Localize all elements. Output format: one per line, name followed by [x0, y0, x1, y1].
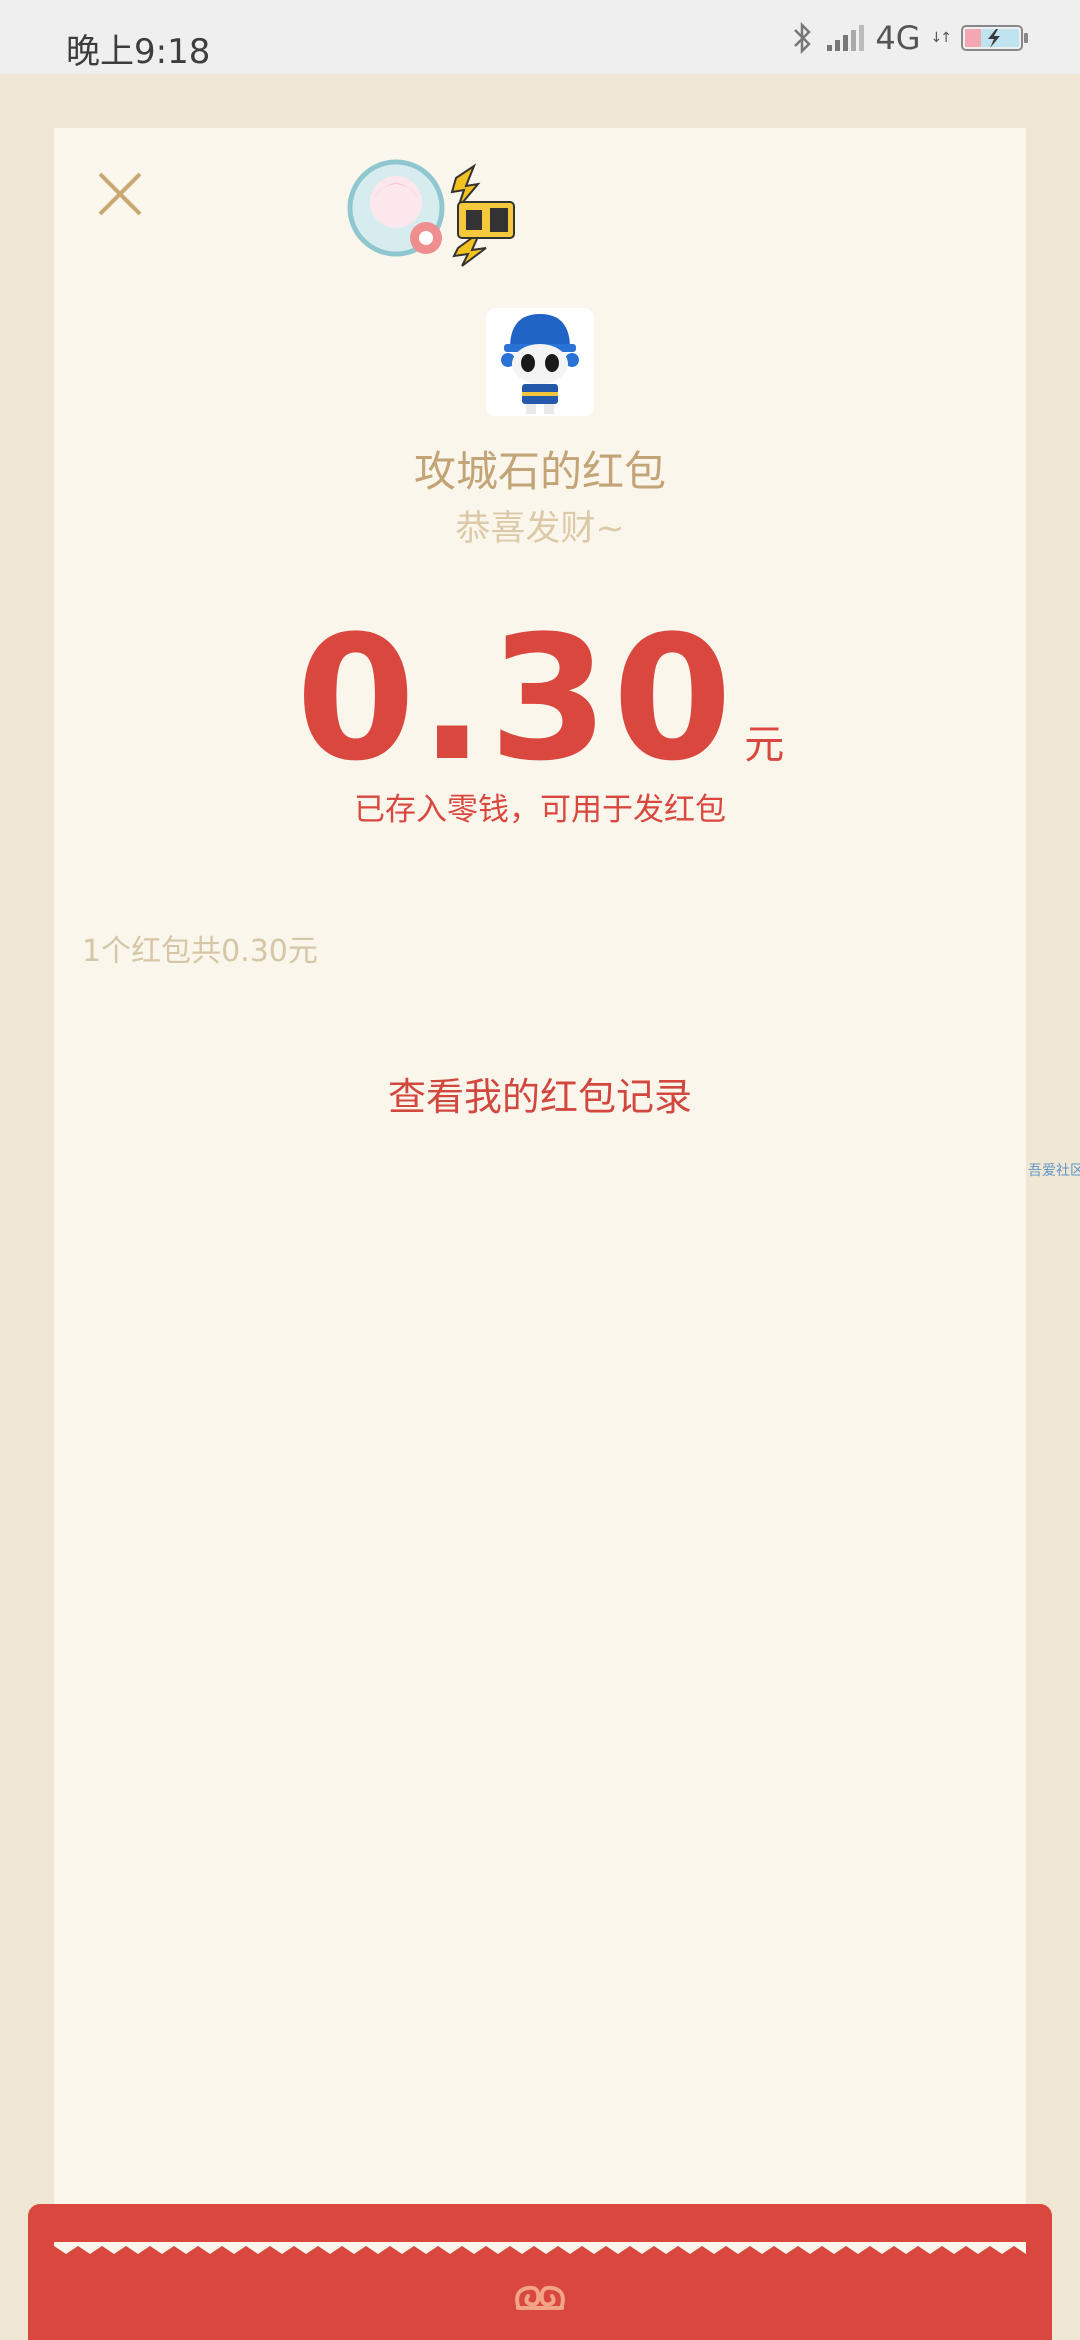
signal-icon: [827, 25, 865, 51]
status-time: 晚上9:18: [66, 32, 211, 72]
network-type: 4G: [875, 19, 921, 57]
blessing-message: 恭喜发财~: [455, 509, 625, 549]
close-icon[interactable]: [94, 168, 146, 220]
amount-value: 0.30: [295, 598, 737, 799]
status-bar: 晚上9:18 4G ↓↑: [0, 0, 1080, 74]
sender-title: 攻城石的红包: [413, 447, 666, 496]
red-packet-detail-card: 攻城石的红包 恭喜发财~ 0.30 元 已存入零钱，可用于发红包 1个红包共0.3…: [54, 128, 1026, 2258]
amount-display: 0.30 元: [54, 598, 1026, 799]
data-arrows-icon: ↓↑: [930, 30, 953, 46]
auspicious-cloud-icon: [515, 2285, 565, 2310]
stored-to-balance-link[interactable]: 已存入零钱，可用于发红包: [54, 784, 1026, 829]
packet-summary: 1个红包共0.30元: [82, 934, 318, 969]
amount-unit: 元: [744, 722, 785, 768]
zigzag-edge: [54, 2242, 1026, 2254]
sender-avatar[interactable]: [486, 308, 594, 416]
promo-badge-icon[interactable]: [346, 158, 526, 268]
battery-charging-icon: [961, 25, 1028, 51]
status-icons: 4G ↓↑: [791, 18, 1030, 58]
watermark: 吾爱社区: [1028, 1163, 1080, 1179]
view-records-link[interactable]: 查看我的红包记录: [54, 1066, 1026, 1121]
bluetooth-icon: [794, 21, 812, 55]
